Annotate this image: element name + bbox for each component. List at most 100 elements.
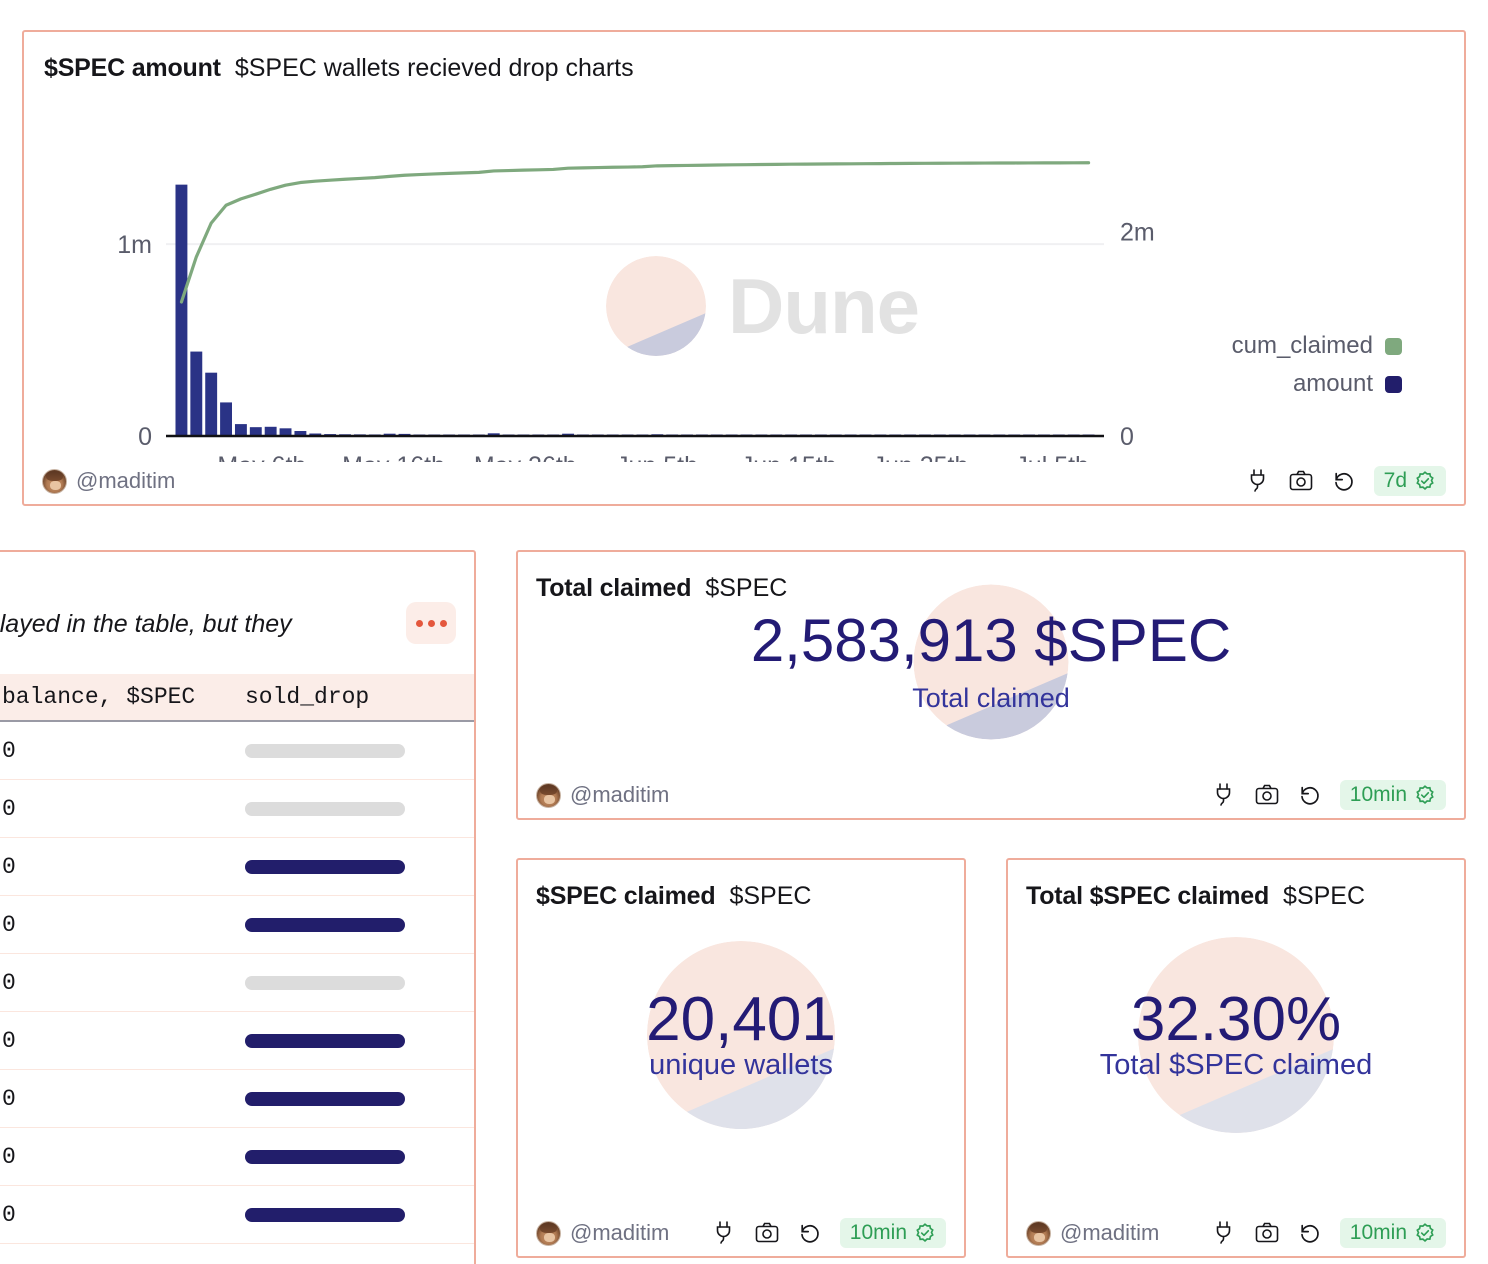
legend-swatch-cum-claimed [1385,338,1402,355]
cell-balance: 0 [2,1086,16,1112]
freshness-label: 10min [1350,1221,1407,1245]
total-card-footer: @maditim [518,772,1464,818]
pct-card-actions: 10min [1211,1218,1446,1248]
claimed-card-body: 20,401 unique wallets [518,860,964,1210]
refresh-icon[interactable] [1331,468,1357,494]
chart-legend: cum_claimed amount [1232,332,1402,408]
table-row[interactable]: 0 [0,838,474,896]
chart-card-author[interactable]: @maditim [42,468,175,494]
legend-label-cum-claimed: cum_claimed [1232,332,1373,360]
legend-item-cum-claimed[interactable]: cum_claimed [1232,332,1402,360]
claimed-value: 20,401 [646,988,836,1051]
total-card-author[interactable]: @maditim [536,782,669,808]
camera-icon[interactable] [1288,468,1314,494]
cell-balance: 0 [2,1144,16,1170]
author-handle: @maditim [76,468,175,494]
table-row[interactable]: 0 [0,780,474,838]
total-counter: 2,583,913 $SPEC Total claimed [751,610,1231,714]
plug-icon[interactable] [1211,1220,1237,1246]
cell-sold-drop-bar [245,744,405,758]
claimed-counter: 20,401 unique wallets [646,988,836,1082]
cell-sold-drop-bar [245,860,405,874]
table-row[interactable]: 0 [0,1128,474,1186]
total-claimed-value: 2,583,913 $SPEC [751,610,1231,671]
pct-card-footer: @maditim [1008,1210,1464,1256]
chart-card-footer: @maditim [24,458,1464,504]
more-dot-3 [440,620,447,627]
cell-balance: 0 [2,912,16,938]
more-options-button[interactable] [406,602,456,644]
chart-card-subtitle: $SPEC wallets recieved drop charts [235,54,634,83]
cell-balance: 0 [2,970,16,996]
column-header-balance[interactable]: balance, $SPEC [2,684,195,710]
svg-text:1m: 1m [117,231,152,259]
freshness-badge[interactable]: 10min [1340,1218,1446,1248]
plug-icon[interactable] [1245,468,1271,494]
freshness-label: 10min [850,1221,907,1245]
total-claimed-label: Total claimed [912,683,1070,714]
chart-card-header: $SPEC amount $SPEC wallets recieved drop… [44,54,634,83]
table-row[interactable]: 0 [0,1012,474,1070]
claimed-card-actions: 10min [711,1218,946,1248]
claimed-label: unique wallets [649,1049,833,1082]
author-handle: @maditim [570,782,669,808]
freshness-badge[interactable]: 10min [1340,780,1446,810]
table-row[interactable]: 0 [0,722,474,780]
table-row[interactable]: 0 [0,896,474,954]
total-spec-claimed-card: Total $SPEC claimed $SPEC 32.30% Total $… [1006,858,1466,1258]
dashboard-page: $SPEC amount $SPEC wallets recieved drop… [0,0,1488,1264]
cell-sold-drop-bar [245,976,405,990]
cell-balance: 0 [2,1202,16,1228]
plug-icon[interactable] [1211,782,1237,808]
camera-icon[interactable] [1254,782,1280,808]
table-body: 000000000 [0,722,474,1264]
column-header-sold-drop[interactable]: sold_drop [245,684,369,710]
chart-card-actions: 7d [1245,466,1446,496]
legend-swatch-amount [1385,376,1402,393]
cell-balance: 0 [2,738,16,764]
more-dot-2 [428,620,435,627]
author-handle: @maditim [1060,1220,1159,1246]
spec-claimed-card: $SPEC claimed $SPEC 20,401 unique wallet… [516,858,966,1258]
total-card-actions: 10min [1211,780,1446,810]
freshness-badge[interactable]: 7d [1374,466,1446,496]
refresh-icon[interactable] [1297,1220,1323,1246]
verified-icon [914,1222,936,1244]
cell-sold-drop-bar [245,1208,405,1222]
refresh-icon[interactable] [1297,782,1323,808]
avatar [1026,1221,1051,1246]
cell-sold-drop-bar [245,1034,405,1048]
avatar [42,469,67,494]
svg-text:0: 0 [138,423,152,451]
pct-card-author[interactable]: @maditim [1026,1220,1159,1246]
freshness-badge[interactable]: 10min [840,1218,946,1248]
table-header-row: SD balance, $SPEC sold_drop [0,674,474,722]
author-handle: @maditim [570,1220,669,1246]
cell-sold-drop-bar [245,918,405,932]
table-card: t displayed in the table, but they SD ba… [0,550,476,1264]
pct-card-body: 32.30% Total $SPEC claimed [1008,860,1464,1210]
legend-item-amount[interactable]: amount [1232,370,1402,398]
legend-label-amount: amount [1293,370,1373,398]
pct-value: 32.30% [1131,988,1341,1051]
cell-sold-drop-bar [245,1150,405,1164]
chart-plot-area[interactable]: Dune 1m02m0May 6thMay 16thMay 26thJun 5t… [24,114,1464,462]
table-row[interactable]: 0 [0,1186,474,1244]
verified-icon [1414,1222,1436,1244]
table-row[interactable]: 0 [0,1070,474,1128]
avatar [536,783,561,808]
claimed-card-author[interactable]: @maditim [536,1220,669,1246]
freshness-label: 7d [1384,469,1407,493]
avatar [536,1221,561,1246]
camera-icon[interactable] [1254,1220,1280,1246]
chart-svg: 1m02m0May 6thMay 16thMay 26thJun 5thJun … [24,114,1464,462]
cell-sold-drop-bar [245,1092,405,1106]
camera-icon[interactable] [754,1220,780,1246]
table-row[interactable]: 0 [0,954,474,1012]
freshness-label: 10min [1350,783,1407,807]
svg-text:0: 0 [1120,423,1134,451]
pct-counter: 32.30% Total $SPEC claimed [1100,988,1372,1082]
refresh-icon[interactable] [797,1220,823,1246]
chart-card: $SPEC amount $SPEC wallets recieved drop… [22,30,1466,506]
plug-icon[interactable] [711,1220,737,1246]
